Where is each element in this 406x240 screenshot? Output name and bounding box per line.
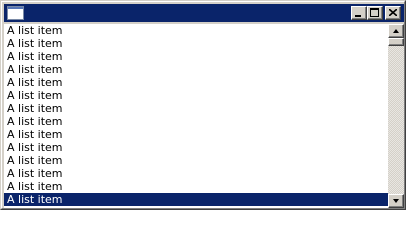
scroll-up-button[interactable] [388,24,404,38]
scroll-thumb[interactable] [388,38,404,46]
list-item[interactable]: A list item [4,180,388,193]
minimize-button[interactable] [351,6,367,20]
arrow-down-icon [393,199,399,203]
list-item[interactable]: A list item [4,193,388,206]
client-area: A list item A list item A list item A list … [4,24,404,208]
scroll-down-button[interactable] [388,194,404,208]
list-item[interactable]: A list item [4,128,388,141]
close-icon [389,9,397,16]
list-item[interactable]: A list item [4,76,388,89]
title-bar[interactable] [4,4,404,22]
app-window-icon[interactable] [7,6,24,20]
window-frame: A list item A list item A list item A list … [1,1,405,209]
list-item[interactable]: A list item [4,24,388,37]
list-item[interactable]: A list item [4,102,388,115]
vertical-scrollbar[interactable] [388,24,404,208]
close-button[interactable] [385,6,401,20]
list-item[interactable]: A list item [4,141,388,154]
list-box[interactable]: A list item A list item A list item A list … [4,24,388,208]
arrow-up-icon [393,29,399,33]
list-item[interactable]: A list item [4,50,388,63]
list-item[interactable]: A list item [4,167,388,180]
list-item[interactable]: A list item [4,63,388,76]
list-item[interactable]: A list item [4,37,388,50]
application-window: A list item A list item A list item A list … [0,0,406,210]
list-item[interactable]: A list item [4,115,388,128]
maximize-button[interactable] [367,6,383,20]
list-item[interactable]: A list item [4,154,388,167]
list-item[interactable]: A list item [4,89,388,102]
